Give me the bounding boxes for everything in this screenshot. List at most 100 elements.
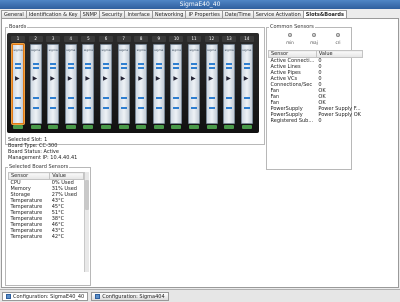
management-ip-text: Management IP: 10.4.40.41	[8, 155, 78, 161]
play-icon: ▶	[67, 75, 73, 82]
status-led-icon	[103, 97, 109, 99]
board-card[interactable]: sigma ▶	[205, 44, 218, 124]
status-led-icon	[120, 97, 127, 99]
status-led-icon	[173, 97, 180, 99]
slot-connector	[136, 125, 147, 129]
status-led-icon	[191, 107, 197, 109]
play-icon: ▶	[208, 75, 214, 82]
common-sensors-column-header[interactable]: Value	[315, 50, 364, 58]
board-sensors-table: Sensor Value CPU 0% Used Memory 31% Used Stora…	[7, 172, 84, 240]
slot-number: 3	[46, 36, 61, 42]
slot-connector	[189, 125, 199, 129]
status-led-icon	[155, 63, 162, 65]
status-led-icon	[191, 63, 197, 65]
board-slot[interactable]: 6 sigma ▶	[99, 36, 113, 130]
board-slot[interactable]: 12 sigma ▶	[204, 36, 219, 130]
slot-number: 4	[63, 36, 78, 42]
board-sensors-scrollbar[interactable]	[84, 172, 89, 272]
board-slot[interactable]: 10 sigma ▶	[169, 36, 184, 130]
status-led-icon	[208, 67, 215, 69]
board-slot[interactable]: 9 sigma ▶	[151, 36, 166, 130]
board-card[interactable]: sigma ▶	[188, 44, 200, 124]
board-slot[interactable]: 8 sigma ▶	[134, 36, 149, 130]
alarm-min-label: min	[286, 40, 294, 45]
board-card[interactable]: sigma ▶	[223, 44, 236, 124]
board-card[interactable]: sigma ▶	[170, 44, 183, 124]
slot-number: 6	[99, 36, 113, 42]
board-card[interactable]: sigma ▶	[117, 44, 130, 124]
slot-connector	[48, 125, 59, 129]
board-label: sigma	[119, 48, 129, 52]
board-slot[interactable]: 13 sigma ▶	[222, 36, 237, 130]
configuration-icon	[95, 294, 101, 299]
bottom-tab-bar: Configuration: SigmaE40_40 Configuration:…	[0, 289, 400, 302]
common-sensors-column-header[interactable]: Sensor	[268, 50, 317, 58]
window-title: SigmaE40_40	[0, 0, 400, 9]
status-led-icon	[155, 67, 162, 69]
status-led-icon	[50, 107, 57, 109]
board-slot[interactable]: 11 sigma ▶	[187, 36, 201, 130]
boards-group-label: Boards	[8, 24, 28, 30]
bottom-tab-configuration[interactable]: Configuration: SigmaE40_40	[2, 292, 89, 301]
board-card[interactable]: sigma ▶	[152, 44, 165, 124]
board-slot[interactable]: 7 sigma ▶	[116, 36, 131, 130]
board-label: sigma	[154, 48, 164, 52]
play-icon: ▶	[191, 75, 196, 82]
status-led-icon	[32, 107, 39, 109]
status-led-icon	[191, 67, 197, 69]
status-led-icon	[208, 63, 215, 65]
board-card[interactable]: sigma ▶	[12, 44, 24, 124]
board-card[interactable]: sigma ▶	[64, 44, 77, 124]
slot-number: 8	[134, 36, 149, 42]
board-slot[interactable]: 4 sigma ▶	[63, 36, 78, 130]
table-row[interactable]: Registered Sub... 0	[269, 118, 363, 124]
status-led-icon	[32, 63, 39, 65]
play-icon: ▶	[15, 75, 20, 82]
board-card[interactable]: sigma ▶	[82, 44, 95, 124]
status-led-icon	[243, 107, 250, 109]
board-slot[interactable]: 3 sigma ▶	[46, 36, 61, 130]
board-slot[interactable]: 2 sigma ▶	[28, 36, 43, 130]
play-icon: ▶	[85, 75, 91, 82]
status-led-icon	[32, 97, 39, 99]
scroll-thumb[interactable]	[85, 180, 89, 210]
slot-connector	[65, 125, 76, 129]
status-led-icon	[173, 63, 180, 65]
slot-number: 12	[204, 36, 219, 42]
table-row[interactable]: Temperature 42°C	[9, 234, 84, 240]
board-slot[interactable]: 1 sigma ▶	[11, 36, 25, 130]
alarm-min-indicator-icon	[288, 33, 292, 37]
slot-connector	[241, 125, 252, 129]
status-led-icon	[226, 63, 233, 65]
play-icon: ▶	[155, 75, 161, 82]
board-card[interactable]: sigma ▶	[240, 44, 253, 124]
board-card[interactable]: sigma ▶	[47, 44, 60, 124]
status-led-icon	[15, 67, 21, 69]
board-slot[interactable]: 5 sigma ▶	[81, 36, 96, 130]
slot-connector	[13, 125, 23, 129]
slot-number: 1	[11, 36, 25, 42]
status-led-icon	[85, 107, 92, 109]
status-led-icon	[138, 97, 145, 99]
status-led-icon	[243, 63, 250, 65]
board-sensors-column-header[interactable]: Sensor	[7, 172, 51, 180]
bottom-tab-configuration[interactable]: Configuration: Sigma404	[91, 292, 169, 301]
board-label: sigma	[207, 48, 217, 52]
play-icon: ▶	[120, 75, 126, 82]
status-led-icon	[103, 67, 109, 69]
alarm-cri-indicator-icon	[336, 33, 340, 37]
board-card[interactable]: sigma ▶	[135, 44, 148, 124]
alarm-maj-indicator-icon	[312, 33, 316, 37]
board-card[interactable]: sigma ▶	[100, 44, 112, 124]
alarm-cri-label: cri	[335, 40, 341, 45]
board-card[interactable]: sigma ▶	[29, 44, 42, 124]
board-sensors-column-header[interactable]: Value	[49, 172, 84, 180]
play-icon: ▶	[138, 75, 143, 82]
status-led-icon	[243, 97, 250, 99]
play-icon: ▶	[103, 75, 108, 82]
play-icon: ▶	[50, 75, 55, 82]
board-label: sigma	[242, 48, 252, 52]
status-led-icon	[67, 63, 74, 65]
board-label: sigma	[171, 48, 181, 52]
board-slot[interactable]: 14 sigma ▶	[239, 36, 254, 130]
